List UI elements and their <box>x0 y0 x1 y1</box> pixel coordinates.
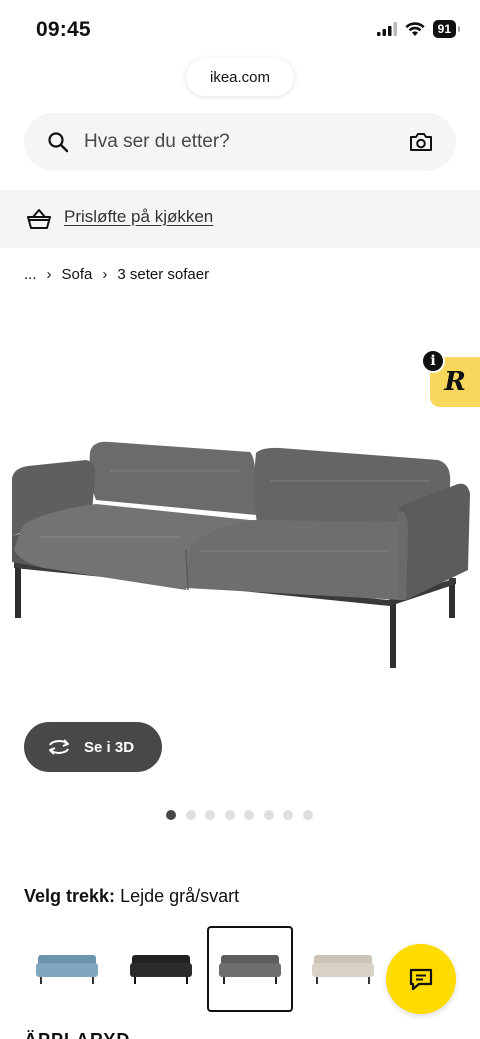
chevron-right-icon: › <box>102 266 108 283</box>
carousel-dot[interactable] <box>224 810 235 820</box>
status-bar: 09:45 91 <box>0 0 480 56</box>
chat-button[interactable] <box>386 944 456 1014</box>
cover-swatch-black[interactable] <box>118 926 204 1012</box>
cellular-signal-icon <box>376 22 397 36</box>
extension-logo: R <box>444 367 466 397</box>
browser-url-pill[interactable]: ikea.com <box>186 58 294 96</box>
search-icon <box>48 132 69 153</box>
search-bar[interactable] <box>24 113 456 171</box>
breadcrumb: ... › Sofa › 3 seter sofaer <box>24 266 209 283</box>
wifi-icon <box>405 21 425 36</box>
battery-indicator: 91 <box>432 20 461 38</box>
carousel-dot[interactable] <box>283 810 293 820</box>
breadcrumb-item-sofa[interactable]: Sofa <box>62 266 93 283</box>
info-icon[interactable]: i <box>421 349 445 373</box>
url-text: ikea.com <box>209 68 271 86</box>
cover-selection-label: Velg trekk: Lejde grå/svart <box>24 886 239 907</box>
camera-icon[interactable] <box>408 130 434 154</box>
carousel-dot[interactable] <box>263 810 274 820</box>
search-input[interactable] <box>84 113 404 171</box>
status-icons: 91 <box>376 20 461 38</box>
carousel-dot[interactable] <box>185 810 196 820</box>
carousel-dot[interactable] <box>244 810 254 820</box>
view-in-3d-button[interactable]: Se i 3D <box>24 722 162 772</box>
carousel-dot[interactable] <box>302 810 313 820</box>
sofa-thumbnail <box>36 955 98 984</box>
view-in-3d-label: Se i 3D <box>84 738 135 756</box>
cover-swatch-beige[interactable] <box>300 926 386 1012</box>
sofa-thumbnail <box>130 955 192 984</box>
breadcrumb-ellipsis[interactable]: ... <box>24 266 37 283</box>
status-time: 09:45 <box>36 18 91 41</box>
carousel-dot[interactable] <box>166 810 176 820</box>
cover-label-title: Velg trekk: <box>24 886 116 906</box>
rotate-3d-icon <box>49 739 69 755</box>
sofa-thumbnail <box>312 955 374 984</box>
chevron-right-icon: › <box>46 266 52 283</box>
carousel-dots <box>166 810 313 820</box>
cover-selected-value: Lejde grå/svart <box>120 886 240 906</box>
promo-link[interactable]: Prisløfte på kjøkken <box>64 207 213 227</box>
product-name-heading: ÄPPLARYD <box>24 1030 130 1039</box>
chat-bubble-icon <box>409 968 433 991</box>
product-image[interactable] <box>0 300 480 720</box>
carousel-dot[interactable] <box>205 810 215 820</box>
breadcrumb-item-3-seter[interactable]: 3 seter sofaer <box>117 266 209 283</box>
sofa-thumbnail <box>219 955 281 984</box>
cover-swatch-blue[interactable] <box>24 926 110 1012</box>
shopping-basket-icon <box>27 209 51 229</box>
cover-swatch-grey-selected[interactable] <box>207 926 293 1012</box>
